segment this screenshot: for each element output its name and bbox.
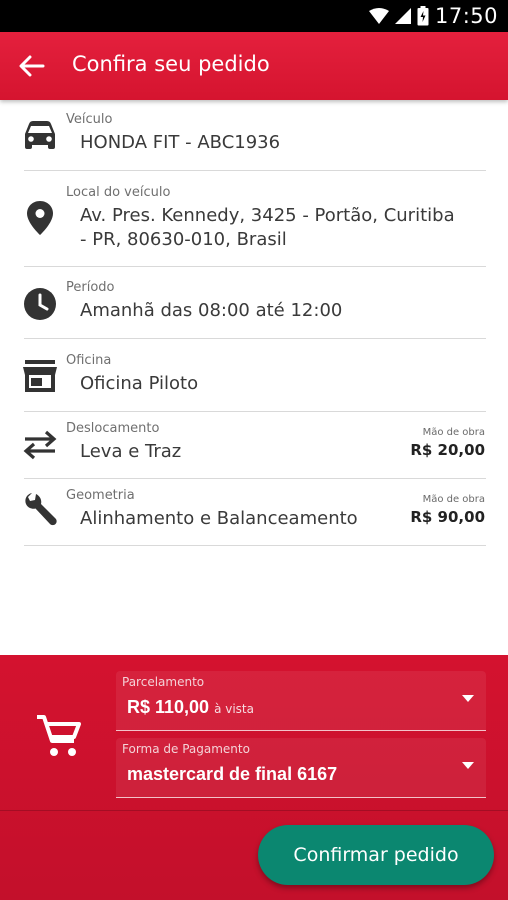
status-time: 17:50 [434,4,498,28]
vehicle-label: Veículo [66,112,113,127]
back-arrow-icon [19,55,45,77]
displacement-row: Deslocamento Leva e Traz Mão de obra R$ … [0,413,508,480]
geometry-label: Geometria [66,488,135,503]
geometry-price: R$ 90,00 [410,508,485,526]
workshop-label: Oficina [66,353,112,368]
displacement-price-caption: Mão de obra [422,427,485,438]
installments-suffix: à vista [214,702,254,716]
displacement-value: Leva e Traz [80,441,182,462]
store-icon [22,358,58,394]
installments-label: Parcelamento [122,675,205,689]
dropdown-arrow-icon [462,695,474,702]
divider [24,170,486,171]
period-value: Amanhã das 08:00 até 12:00 [80,300,343,321]
signal-icon [394,8,411,24]
displacement-price: R$ 20,00 [410,441,485,459]
location-label: Local do veículo [66,185,171,200]
back-button[interactable] [16,50,48,82]
displacement-label: Deslocamento [66,421,160,436]
payment-method-label: Forma de Pagamento [122,742,250,756]
installments-value: R$ 110,00 [127,697,210,717]
dropdown-arrow-icon [462,762,474,769]
wrench-icon [22,492,58,528]
location-pin-icon [22,200,58,236]
payment-panel: Parcelamento R$ 110,00 à vista Forma de P… [0,655,508,900]
page-title: Confira seu pedido [72,52,270,76]
divider [24,545,486,546]
app-bar: Confira seu pedido [0,32,508,100]
location-value-line2: - PR, 80630-010, Brasil [80,229,287,250]
clock-icon [22,286,58,322]
payment-method-value: mastercard de final 6167 [127,764,338,784]
installments-value-line: R$ 110,00 à vista [127,697,254,718]
geometry-value: Alinhamento e Balanceamento [80,508,358,529]
period-row: Período Amanhã das 08:00 até 12:00 [0,268,508,340]
workshop-row: Oficina Oficina Piloto [0,340,508,413]
status-icons: 17:50 [368,4,498,28]
divider [24,266,486,267]
swap-arrows-icon [22,427,58,463]
geometry-row: Geometria Alinhamento e Balanceamento Mã… [0,480,508,547]
divider [24,411,486,412]
panel-divider [0,810,508,811]
location-row: Local do veículo Av. Pres. Kennedy, 3425… [0,172,508,268]
car-icon [22,117,58,153]
divider [24,338,486,339]
divider [24,478,486,479]
confirm-order-button[interactable]: Confirmar pedido [258,825,494,885]
installments-select[interactable]: Parcelamento R$ 110,00 à vista [116,671,486,731]
wifi-icon [368,8,389,24]
payment-method-select[interactable]: Forma de Pagamento mastercard de final 6… [116,738,486,798]
status-bar: 17:50 [0,0,508,32]
cart-icon [37,715,81,756]
geometry-price-caption: Mão de obra [422,494,485,505]
location-value-line1: Av. Pres. Kennedy, 3425 - Portão, Curiti… [80,205,455,226]
vehicle-row: Veículo HONDA FIT - ABC1936 [0,100,508,172]
battery-icon [417,6,429,26]
workshop-value: Oficina Piloto [80,373,199,394]
vehicle-value: HONDA FIT - ABC1936 [80,132,281,153]
period-label: Período [66,280,115,295]
